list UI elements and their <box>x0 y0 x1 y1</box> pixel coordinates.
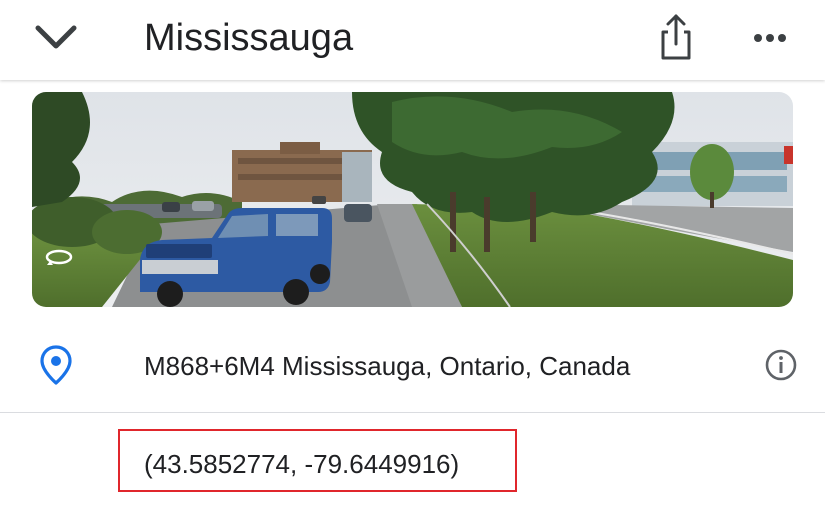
coordinates-text[interactable]: (43.5852774, -79.6449916) <box>144 448 459 480</box>
place-title: Mississauga <box>144 17 354 59</box>
location-pin-icon <box>40 345 72 385</box>
more-options-button[interactable] <box>746 18 794 58</box>
info-icon[interactable] <box>764 348 798 382</box>
address-row[interactable]: M868+6M4 Mississauga, Ontario, Canada <box>0 320 825 412</box>
share-icon <box>661 14 691 60</box>
street-view-thumbnail[interactable] <box>32 92 793 307</box>
place-header: Mississauga <box>0 0 825 80</box>
collapse-button[interactable] <box>30 16 82 60</box>
more-horizontal-icon <box>754 34 786 42</box>
place-details-screen: Mississauga M868+6M4 Mississauga, Ontari… <box>0 0 825 513</box>
address-text: M868+6M4 Mississauga, Ontario, Canada <box>144 351 631 381</box>
chevron-down-icon <box>35 25 77 49</box>
section-divider <box>0 412 825 413</box>
street-view-image <box>32 92 793 307</box>
street-view-rotate-icon <box>45 249 73 265</box>
share-button[interactable] <box>655 12 697 64</box>
